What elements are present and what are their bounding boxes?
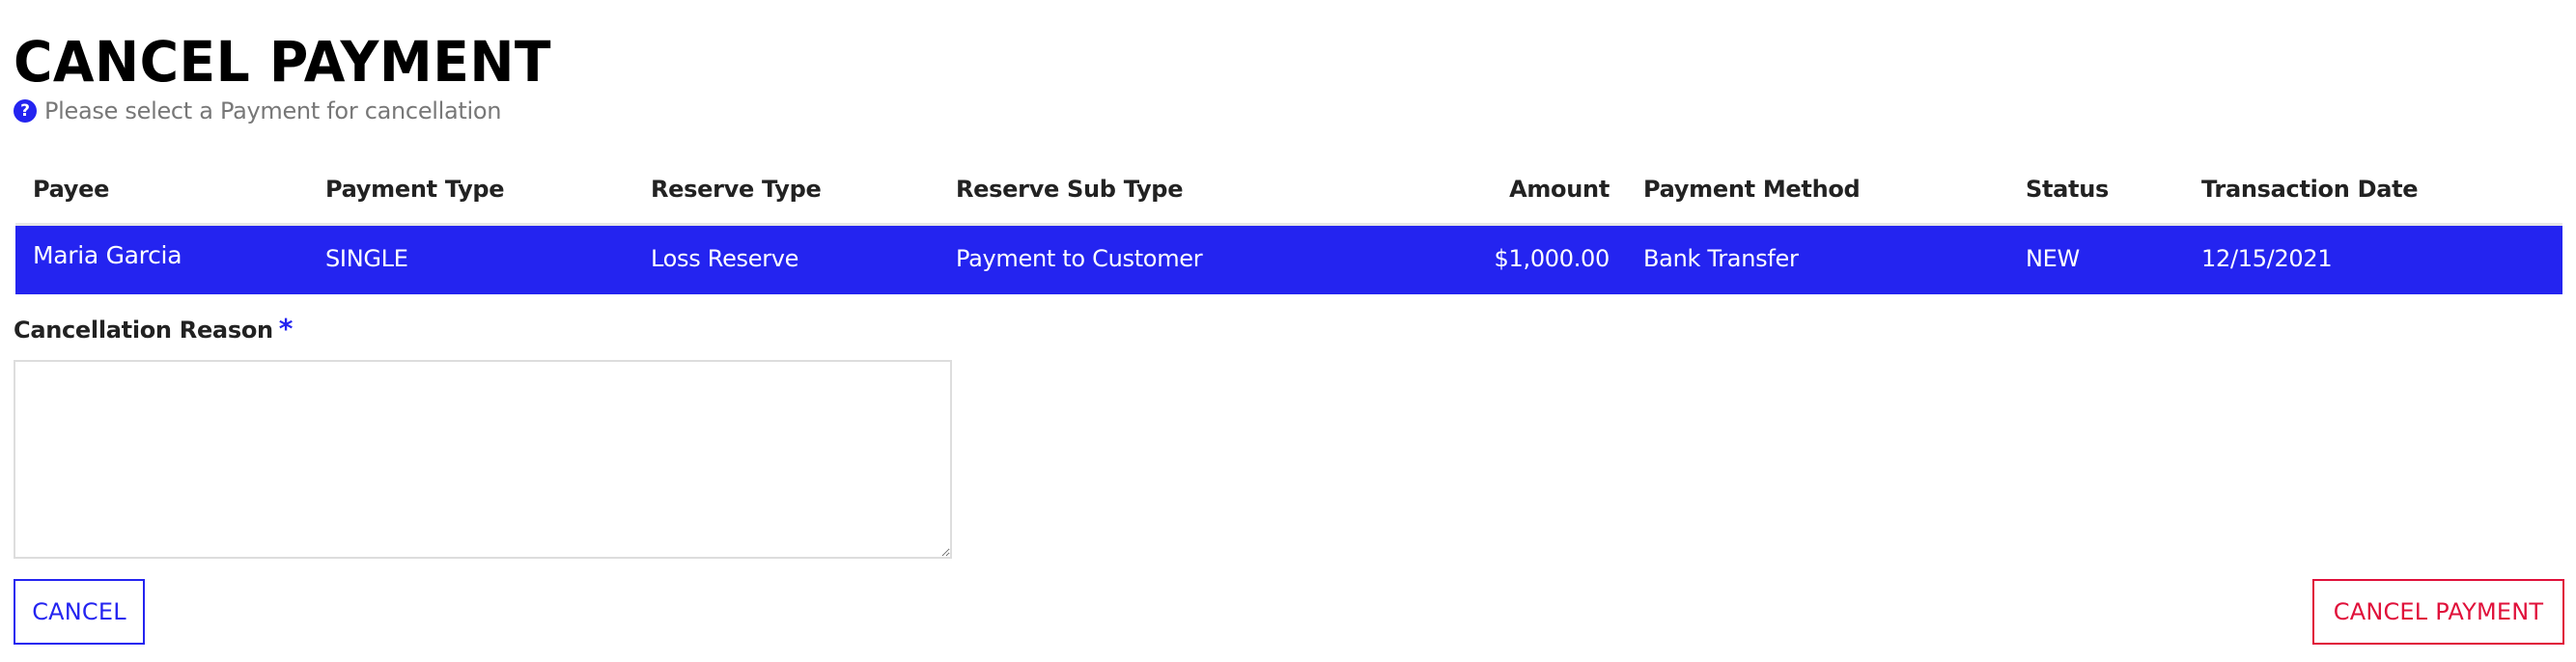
column-header-reserve-type[interactable]: Reserve Type	[651, 176, 822, 203]
column-header-amount[interactable]: Amount	[1509, 176, 1610, 203]
table-header: Payee Payment Type Reserve Type Reserve …	[15, 162, 2562, 226]
cell-reserve-type: Loss Reserve	[651, 245, 799, 272]
cell-reserve-sub-type: Payment to Customer	[956, 245, 1203, 272]
cell-payment-method: Bank Transfer	[1643, 245, 1799, 272]
cancel-payment-button[interactable]: CANCEL PAYMENT	[2312, 579, 2564, 645]
cancel-button[interactable]: CANCEL	[14, 579, 145, 645]
question-circle-icon: ?	[14, 99, 37, 123]
column-header-payment-type[interactable]: Payment Type	[325, 176, 505, 203]
cell-payee: Maria Garcia	[33, 241, 182, 269]
column-header-transaction-date[interactable]: Transaction Date	[2201, 176, 2419, 203]
cancellation-reason-label-text: Cancellation Reason	[14, 317, 273, 344]
column-header-payment-method[interactable]: Payment Method	[1643, 176, 1861, 203]
page-subtitle: ? Please select a Payment for cancellati…	[14, 97, 502, 125]
cell-status: NEW	[2026, 245, 2080, 272]
cancellation-reason-input[interactable]	[14, 360, 952, 559]
subtitle-text: Please select a Payment for cancellation	[44, 97, 502, 124]
page-title: CANCEL PAYMENT	[14, 29, 551, 95]
column-header-payee[interactable]: Payee	[33, 176, 109, 203]
cell-amount: $1,000.00	[1494, 245, 1610, 272]
cell-transaction-date: 12/15/2021	[2201, 245, 2333, 272]
cell-payment-type: SINGLE	[325, 245, 408, 272]
payments-table: Payee Payment Type Reserve Type Reserve …	[15, 162, 2562, 294]
column-header-reserve-sub-type[interactable]: Reserve Sub Type	[956, 176, 1183, 203]
table-row-selected[interactable]: Maria Garcia SINGLE Loss Reserve Payment…	[15, 226, 2562, 294]
column-header-status[interactable]: Status	[2026, 176, 2109, 203]
required-asterisk: *	[278, 313, 294, 345]
cancellation-reason-label: Cancellation Reason *	[14, 313, 294, 345]
